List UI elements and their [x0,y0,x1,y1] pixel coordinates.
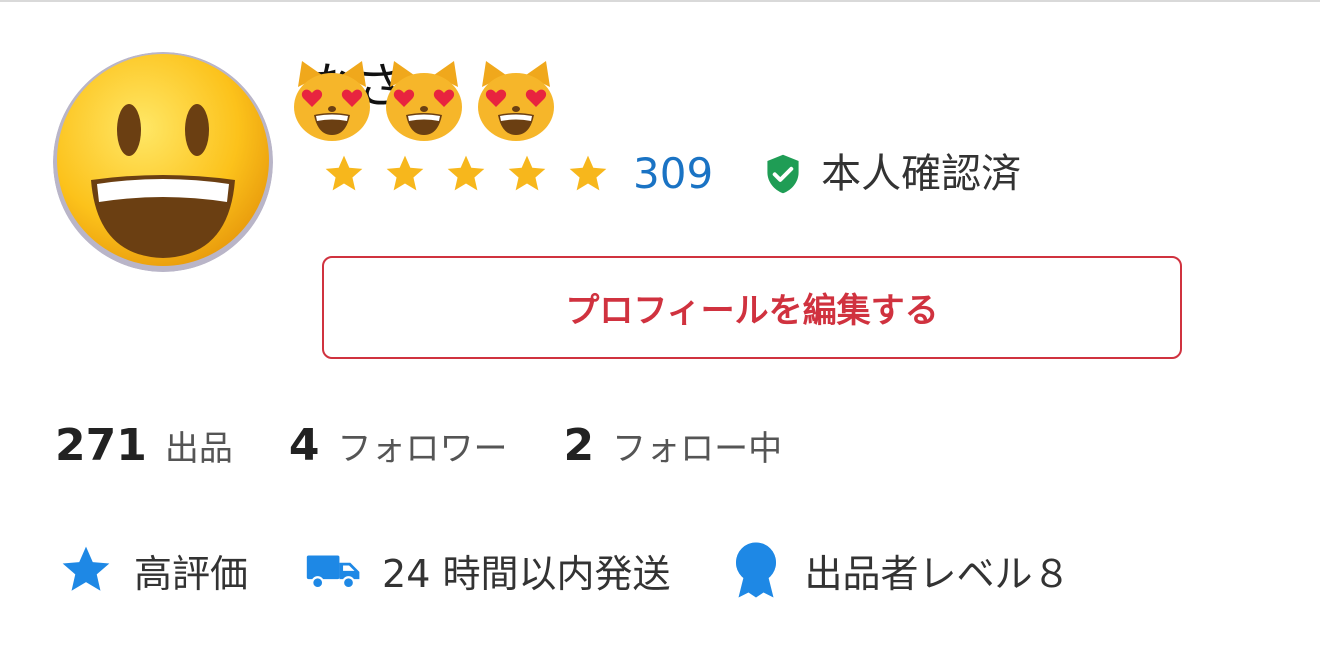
top-divider [0,0,1320,2]
stat-value: 4 [288,420,320,471]
smiling-cat-heart-eyes-icon [472,57,560,145]
badge-label: 24 時間以内発送 [382,551,671,596]
stat-listings[interactable]: 271 出品 [55,420,233,471]
badge-label: 高評価 [134,551,249,596]
star-icon [566,152,610,196]
truck-icon [304,540,364,600]
profile-stats: 271 出品 4 フォロワー 2 フォロー中 [55,420,838,480]
stat-following[interactable]: 2 フォロー中 [563,420,782,471]
stat-value: 271 [55,420,147,471]
stat-label: フォロー中 [612,429,783,469]
badge-fast-shipping: 24 時間以内発送 [304,540,670,600]
star-icon [444,152,488,196]
seller-badges: 高評価 24 時間以内発送 出品者レベル８ [56,538,1126,602]
verified-label: 本人確認済 [821,151,1022,197]
star-icon [56,540,116,600]
badge-seller-level: 出品者レベル８ [726,540,1070,600]
rating-count-link[interactable]: 309 [633,146,713,202]
edit-profile-button[interactable]: プロフィールを編集する [322,256,1182,359]
stat-label: 出品 [164,429,233,469]
smiling-cat-heart-eyes-icon [288,57,376,145]
stat-followers[interactable]: 4 フォロワー [289,420,508,471]
rating-row[interactable]: 309 本人確認済 [322,146,1021,202]
star-icon [383,152,427,196]
stat-label: フォロワー [337,429,508,469]
stat-value: 2 [563,420,595,471]
shield-check-icon [761,152,805,196]
badge-high-rating: 高評価 [56,540,248,600]
grinning-face-icon [53,52,273,272]
medal-icon [726,540,786,600]
badge-label: 出品者レベル８ [804,551,1071,596]
avatar[interactable] [53,52,273,272]
star-icon [322,152,366,196]
identity-verified-badge: 本人確認済 [761,146,1021,202]
smiling-cat-heart-eyes-icon [380,57,468,145]
star-icon [505,152,549,196]
profile-name-row: なさ [288,56,564,146]
